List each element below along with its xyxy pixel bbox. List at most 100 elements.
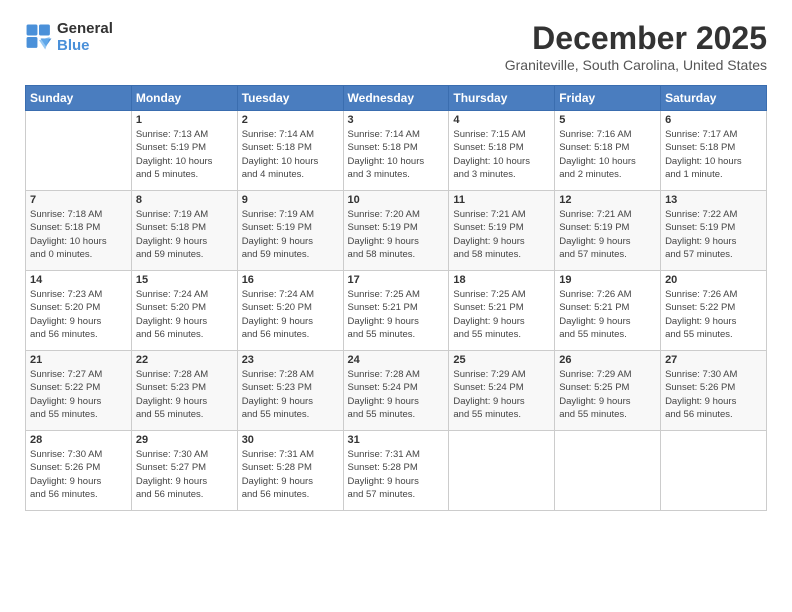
day-number: 23 [242, 354, 339, 366]
day-info: Sunrise: 7:25 AM Sunset: 5:21 PM Dayligh… [348, 288, 445, 341]
day-header-friday: Friday [555, 86, 661, 111]
calendar-week-1: 1Sunrise: 7:13 AM Sunset: 5:19 PM Daylig… [26, 111, 767, 191]
calendar-cell: 30 Sunrise: 7:31 AM Sunset: 5:28 PM Dayli… [237, 431, 343, 511]
calendar-table: SundayMondayTuesdayWednesdayThursdayFrid… [25, 85, 767, 511]
day-number: 12 [559, 194, 656, 206]
day-number: 13 [665, 194, 762, 206]
day-info: Sunrise: 7:14 AM Sunset: 5:18 PM Dayligh… [242, 128, 339, 181]
day-info: Sunrise: 7:18 AM Sunset: 5:18 PM Dayligh… [30, 208, 127, 261]
day-number: 8 [136, 194, 233, 206]
day-info: Sunrise: 7:25 AM Sunset: 5:21 PM Dayligh… [453, 288, 550, 341]
day-number: 2 [242, 114, 339, 126]
calendar-cell: 28Sunrise: 7:30 AM Sunset: 5:26 PM Dayli… [26, 431, 132, 511]
calendar-cell [555, 431, 661, 511]
day-number: 20 [665, 274, 762, 286]
calendar-cell: 25 Sunrise: 7:29 AM Sunset: 5:24 PM Dayli… [449, 351, 555, 431]
day-header-thursday: Thursday [449, 86, 555, 111]
calendar-cell: 18Sunrise: 7:25 AM Sunset: 5:21 PM Dayli… [449, 271, 555, 351]
day-number: 26 [559, 354, 656, 366]
day-number: 9 [242, 194, 339, 206]
calendar-week-4: 21 Sunrise: 7:27 AM Sunset: 5:22 PM Dayli… [26, 351, 767, 431]
calendar-cell: 16Sunrise: 7:24 AM Sunset: 5:20 PM Dayli… [237, 271, 343, 351]
calendar-cell [661, 431, 767, 511]
calendar-cell [26, 111, 132, 191]
calendar-cell: 29 Sunrise: 7:30 AM Sunset: 5:27 PM Dayli… [131, 431, 237, 511]
day-number: 21 [30, 354, 127, 366]
calendar-cell: 21 Sunrise: 7:27 AM Sunset: 5:22 PM Dayli… [26, 351, 132, 431]
day-number: 17 [348, 274, 445, 286]
day-number: 3 [348, 114, 445, 126]
day-number: 14 [30, 274, 127, 286]
day-info: Sunrise: 7:31 AM Sunset: 5:28 PM Dayligh… [242, 448, 339, 501]
day-number: 11 [453, 194, 550, 206]
title-block: December 2025 Graniteville, South Caroli… [505, 20, 767, 73]
calendar-cell: 19Sunrise: 7:26 AM Sunset: 5:21 PM Dayli… [555, 271, 661, 351]
day-header-tuesday: Tuesday [237, 86, 343, 111]
calendar-cell: 24Sunrise: 7:28 AM Sunset: 5:24 PM Dayli… [343, 351, 449, 431]
day-info: Sunrise: 7:30 AM Sunset: 5:27 PM Dayligh… [136, 448, 233, 501]
day-info: Sunrise: 7:30 AM Sunset: 5:26 PM Dayligh… [665, 368, 762, 421]
logo-line1: General [57, 20, 113, 37]
calendar-cell: 3Sunrise: 7:14 AM Sunset: 5:18 PM Daylig… [343, 111, 449, 191]
calendar-cell: 8Sunrise: 7:19 AM Sunset: 5:18 PM Daylig… [131, 191, 237, 271]
day-number: 5 [559, 114, 656, 126]
day-number: 6 [665, 114, 762, 126]
calendar-week-2: 7 Sunrise: 7:18 AM Sunset: 5:18 PM Daylig… [26, 191, 767, 271]
day-number: 4 [453, 114, 550, 126]
day-number: 22 [136, 354, 233, 366]
day-number: 16 [242, 274, 339, 286]
day-info: Sunrise: 7:28 AM Sunset: 5:23 PM Dayligh… [242, 368, 339, 421]
day-info: Sunrise: 7:21 AM Sunset: 5:19 PM Dayligh… [453, 208, 550, 261]
day-number: 25 [453, 354, 550, 366]
month-title: December 2025 [505, 20, 767, 57]
calendar-cell: 7 Sunrise: 7:18 AM Sunset: 5:18 PM Daylig… [26, 191, 132, 271]
calendar-cell: 31 Sunrise: 7:31 AM Sunset: 5:28 PM Dayli… [343, 431, 449, 511]
calendar-cell: 6 Sunrise: 7:17 AM Sunset: 5:18 PM Daylig… [661, 111, 767, 191]
calendar-cell: 26 Sunrise: 7:29 AM Sunset: 5:25 PM Dayli… [555, 351, 661, 431]
calendar-cell: 12 Sunrise: 7:21 AM Sunset: 5:19 PM Dayli… [555, 191, 661, 271]
day-info: Sunrise: 7:28 AM Sunset: 5:24 PM Dayligh… [348, 368, 445, 421]
calendar-cell: 2 Sunrise: 7:14 AM Sunset: 5:18 PM Daylig… [237, 111, 343, 191]
day-info: Sunrise: 7:21 AM Sunset: 5:19 PM Dayligh… [559, 208, 656, 261]
day-header-sunday: Sunday [26, 86, 132, 111]
day-info: Sunrise: 7:23 AM Sunset: 5:20 PM Dayligh… [30, 288, 127, 341]
day-number: 31 [348, 434, 445, 446]
day-number: 15 [136, 274, 233, 286]
day-header-wednesday: Wednesday [343, 86, 449, 111]
day-number: 29 [136, 434, 233, 446]
calendar-cell: 15 Sunrise: 7:24 AM Sunset: 5:20 PM Dayli… [131, 271, 237, 351]
logo-line2: Blue [57, 37, 113, 54]
calendar-week-3: 14 Sunrise: 7:23 AM Sunset: 5:20 PM Dayli… [26, 271, 767, 351]
calendar-cell: 5 Sunrise: 7:16 AM Sunset: 5:18 PM Daylig… [555, 111, 661, 191]
day-number: 7 [30, 194, 127, 206]
day-info: Sunrise: 7:28 AM Sunset: 5:23 PM Dayligh… [136, 368, 233, 421]
calendar-cell: 20Sunrise: 7:26 AM Sunset: 5:22 PM Dayli… [661, 271, 767, 351]
day-info: Sunrise: 7:20 AM Sunset: 5:19 PM Dayligh… [348, 208, 445, 261]
day-info: Sunrise: 7:29 AM Sunset: 5:25 PM Dayligh… [559, 368, 656, 421]
calendar-cell: 10 Sunrise: 7:20 AM Sunset: 5:19 PM Dayli… [343, 191, 449, 271]
day-info: Sunrise: 7:24 AM Sunset: 5:20 PM Dayligh… [136, 288, 233, 341]
subtitle: Graniteville, South Carolina, United Sta… [505, 57, 767, 73]
day-info: Sunrise: 7:17 AM Sunset: 5:18 PM Dayligh… [665, 128, 762, 181]
calendar-header-row: SundayMondayTuesdayWednesdayThursdayFrid… [26, 86, 767, 111]
calendar-cell [449, 431, 555, 511]
day-info: Sunrise: 7:15 AM Sunset: 5:18 PM Dayligh… [453, 128, 550, 181]
logo: General Blue [25, 20, 113, 55]
day-number: 1 [136, 114, 233, 126]
day-number: 30 [242, 434, 339, 446]
day-info: Sunrise: 7:31 AM Sunset: 5:28 PM Dayligh… [348, 448, 445, 501]
day-info: Sunrise: 7:27 AM Sunset: 5:22 PM Dayligh… [30, 368, 127, 421]
header: General Blue December 2025 Graniteville,… [25, 20, 767, 73]
day-number: 10 [348, 194, 445, 206]
day-number: 19 [559, 274, 656, 286]
day-header-saturday: Saturday [661, 86, 767, 111]
day-number: 27 [665, 354, 762, 366]
calendar-cell: 1Sunrise: 7:13 AM Sunset: 5:19 PM Daylig… [131, 111, 237, 191]
day-info: Sunrise: 7:29 AM Sunset: 5:24 PM Dayligh… [453, 368, 550, 421]
calendar-cell: 9Sunrise: 7:19 AM Sunset: 5:19 PM Daylig… [237, 191, 343, 271]
calendar-cell: 4 Sunrise: 7:15 AM Sunset: 5:18 PM Daylig… [449, 111, 555, 191]
page-container: General Blue December 2025 Graniteville,… [0, 0, 792, 526]
logo-icon [25, 23, 53, 51]
calendar-cell: 11 Sunrise: 7:21 AM Sunset: 5:19 PM Dayli… [449, 191, 555, 271]
day-info: Sunrise: 7:16 AM Sunset: 5:18 PM Dayligh… [559, 128, 656, 181]
